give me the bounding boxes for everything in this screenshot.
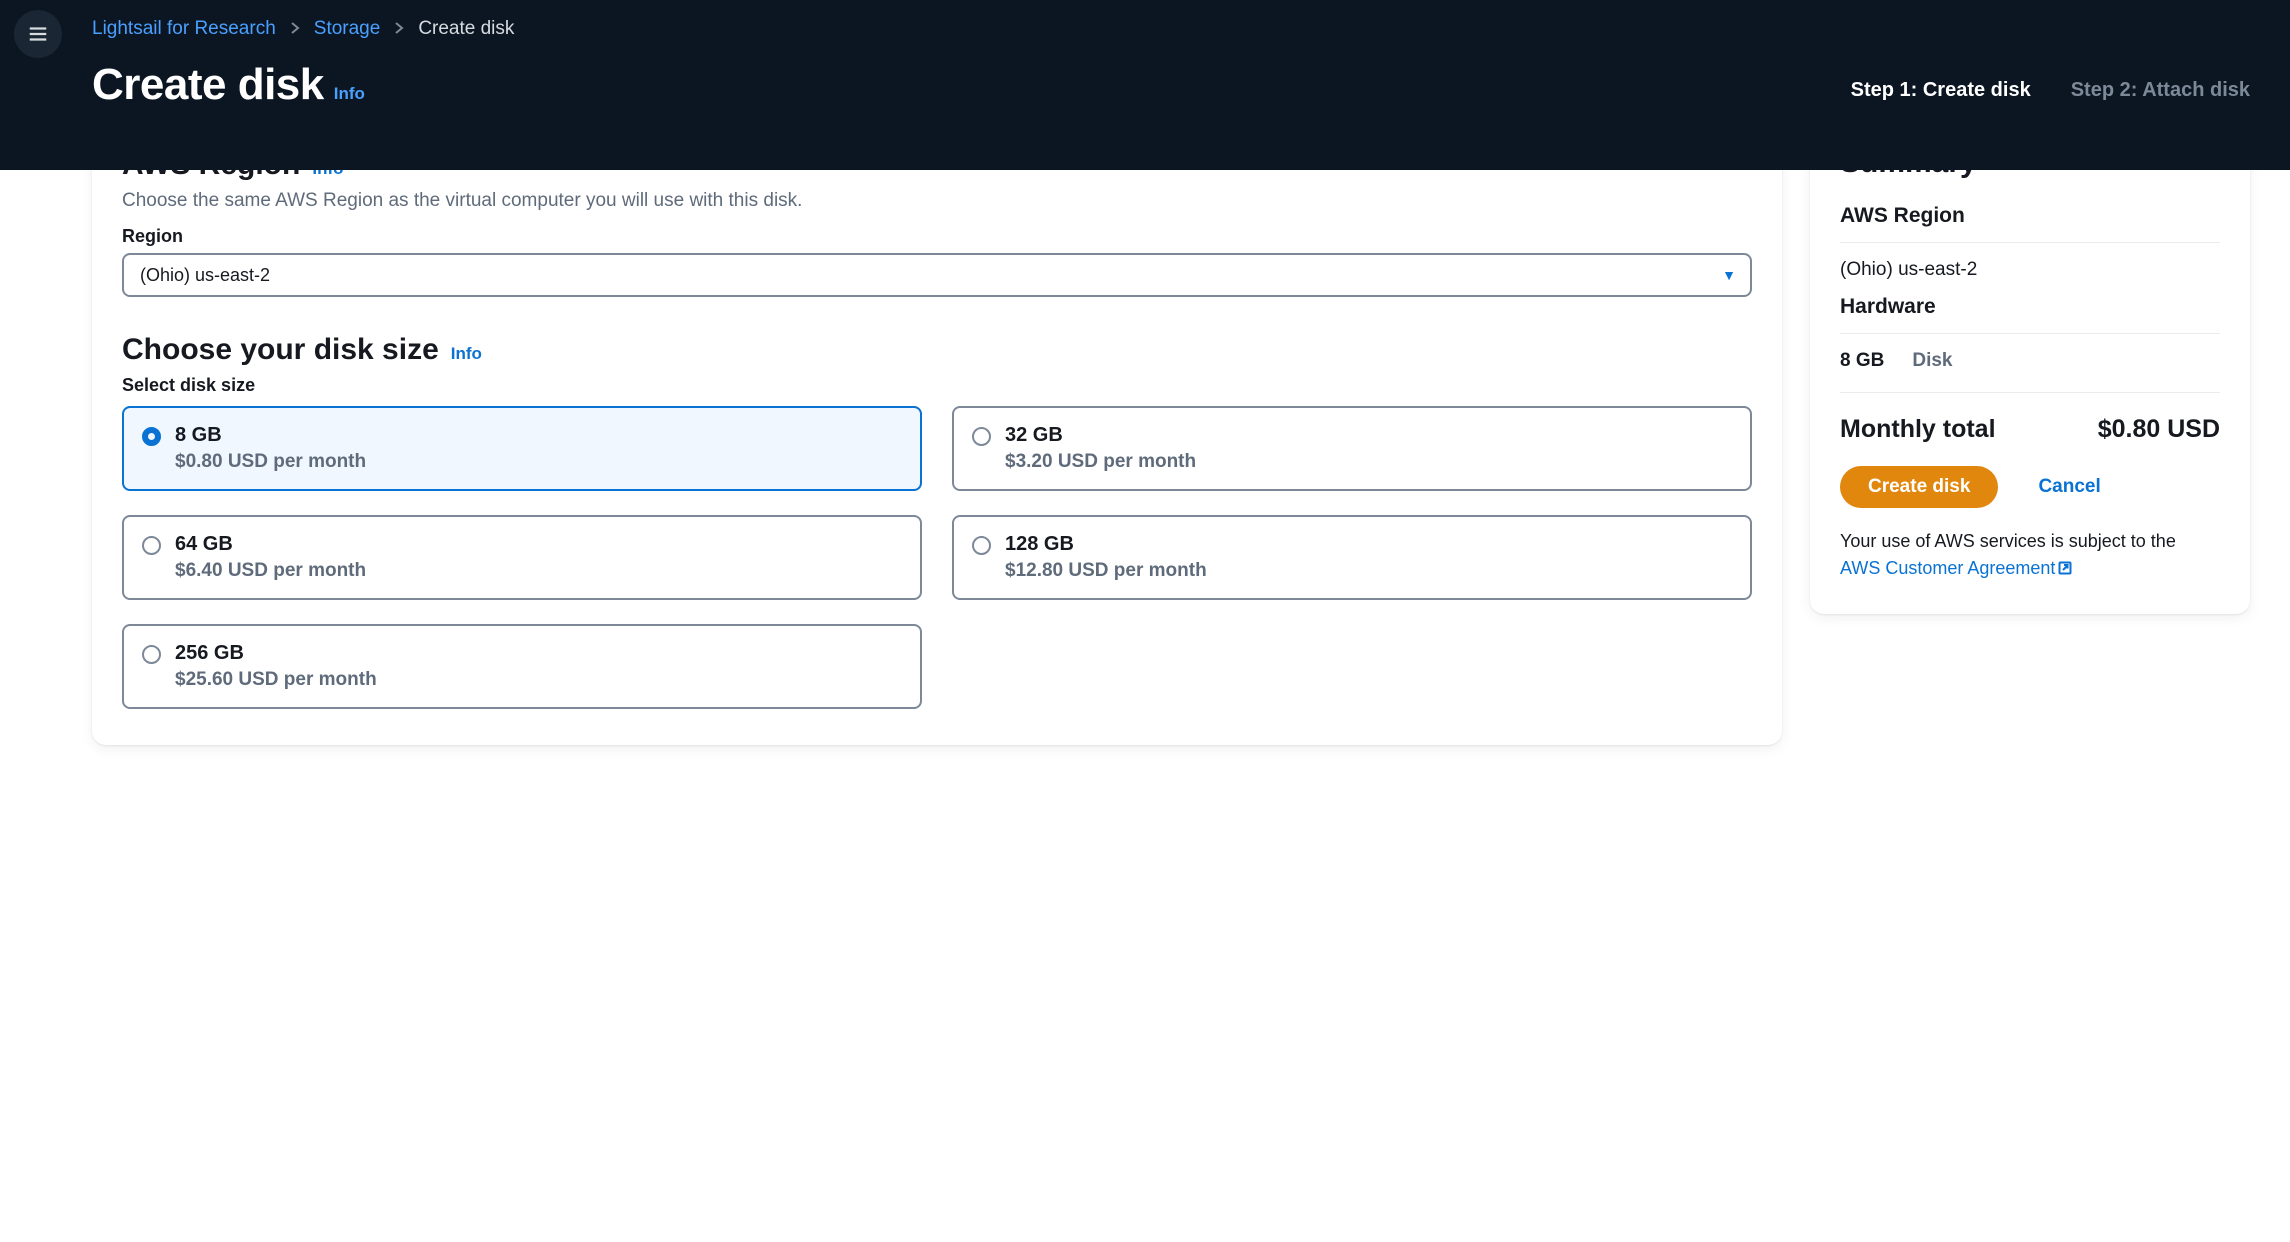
step-1[interactable]: Step 1: Create disk — [1851, 79, 2031, 102]
disk-option-price: $0.80 USD per month — [175, 451, 366, 473]
radio-icon — [142, 427, 161, 446]
cancel-link[interactable]: Cancel — [2038, 476, 2100, 498]
hamburger-icon — [27, 23, 49, 45]
monthly-total-label: Monthly total — [1840, 415, 1996, 444]
disk-option[interactable]: 32 GB $3.20 USD per month — [952, 406, 1752, 491]
disk-size-heading: Choose your disk size — [122, 333, 439, 367]
disk-option-size: 64 GB — [175, 533, 366, 556]
disk-option[interactable]: 64 GB $6.40 USD per month — [122, 515, 922, 600]
radio-icon — [972, 536, 991, 555]
create-disk-button[interactable]: Create disk — [1840, 466, 1998, 508]
breadcrumb: Lightsail for Research Storage Create di… — [92, 12, 2250, 60]
disk-size-options: 8 GB $0.80 USD per month 32 GB $3.20 USD pe… — [122, 406, 1752, 709]
page-header: Lightsail for Research Storage Create di… — [0, 0, 2290, 170]
menu-button[interactable] — [14, 10, 62, 58]
aws-agreement-link[interactable]: AWS Customer Agreement — [1840, 558, 2073, 578]
info-link[interactable]: Info — [451, 344, 482, 364]
disk-option-price: $6.40 USD per month — [175, 560, 366, 582]
region-description: Choose the same AWS Region as the virtua… — [122, 190, 1752, 212]
summary-card: Summary AWS Region (Ohio) us-east-2 Hard… — [1810, 120, 2250, 614]
summary-region-label: AWS Region — [1840, 204, 2220, 243]
radio-icon — [972, 427, 991, 446]
caret-down-icon: ▼ — [1722, 267, 1736, 283]
legal-text: Your use of AWS services is subject to t… — [1840, 528, 2220, 584]
external-link-icon — [2057, 557, 2073, 584]
monthly-total-value: $0.80 USD — [2098, 415, 2220, 444]
region-select[interactable]: (Ohio) us-east-2 — [122, 253, 1752, 297]
disk-option-price: $3.20 USD per month — [1005, 451, 1196, 473]
disk-option[interactable]: 8 GB $0.80 USD per month — [122, 406, 922, 491]
summary-hardware-label: Hardware — [1840, 295, 2220, 334]
legal-prefix: Your use of AWS services is subject to t… — [1840, 531, 2176, 551]
page-title: Create disk — [92, 60, 324, 110]
chevron-right-icon — [290, 19, 300, 40]
disk-option[interactable]: 256 GB $25.60 USD per month — [122, 624, 922, 709]
summary-hardware-type: Disk — [1912, 350, 1952, 372]
main-form-card: AWS Region Info Choose the same AWS Regi… — [92, 120, 1782, 745]
info-link[interactable]: Info — [334, 84, 365, 104]
disk-option-size: 32 GB — [1005, 424, 1196, 447]
region-selected-value: (Ohio) us-east-2 — [140, 265, 270, 286]
disk-option-price: $12.80 USD per month — [1005, 560, 1207, 582]
disk-option-size: 128 GB — [1005, 533, 1207, 556]
summary-hardware-size: 8 GB — [1840, 350, 1884, 372]
breadcrumb-link-lightsail[interactable]: Lightsail for Research — [92, 18, 276, 40]
disk-option-size: 256 GB — [175, 642, 377, 665]
wizard-steps: Step 1: Create disk Step 2: Attach disk — [1851, 79, 2250, 110]
chevron-right-icon — [394, 19, 404, 40]
radio-icon — [142, 645, 161, 664]
disk-option-price: $25.60 USD per month — [175, 669, 377, 691]
radio-icon — [142, 536, 161, 555]
disk-size-field-label: Select disk size — [122, 375, 1752, 396]
breadcrumb-current: Create disk — [418, 18, 514, 40]
disk-option[interactable]: 128 GB $12.80 USD per month — [952, 515, 1752, 600]
summary-region-value: (Ohio) us-east-2 — [1840, 243, 2220, 295]
region-field-label: Region — [122, 226, 1752, 247]
step-2[interactable]: Step 2: Attach disk — [2071, 79, 2250, 102]
breadcrumb-link-storage[interactable]: Storage — [314, 18, 381, 40]
disk-option-size: 8 GB — [175, 424, 366, 447]
